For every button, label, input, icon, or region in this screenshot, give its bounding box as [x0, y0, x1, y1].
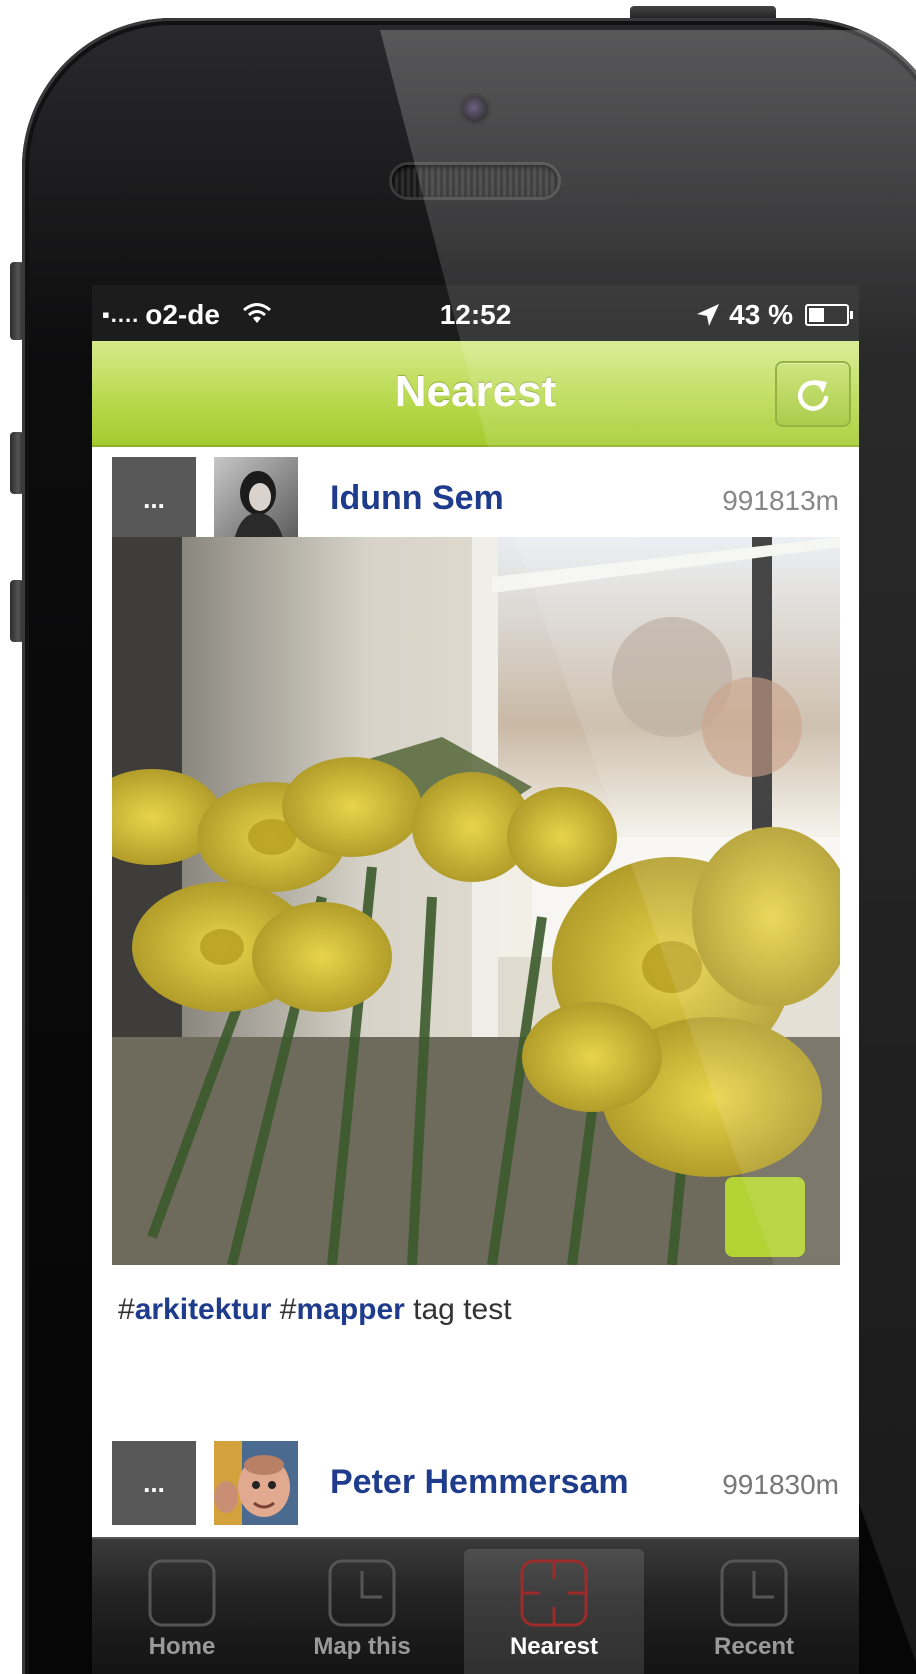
refresh-button[interactable]	[775, 361, 851, 427]
post-more-button[interactable]: ...	[112, 1441, 196, 1525]
status-bar: ▪.... o2-de 12:52 43 %	[92, 285, 859, 341]
post-distance: 991830m	[722, 1469, 839, 1500]
tab-label: Home	[148, 1633, 216, 1660]
location-arrow-icon	[697, 304, 720, 326]
post-distance: 991813m	[722, 485, 839, 516]
tab-label: Nearest	[509, 1633, 599, 1660]
post-username[interactable]: Peter Hemmersam	[330, 1463, 629, 1502]
battery-icon	[805, 304, 853, 326]
daffodils-photo	[112, 537, 840, 1265]
tab-nearest[interactable]: Nearest	[464, 1549, 644, 1674]
tab-bar: Home Map this Nearest Recent	[92, 1537, 859, 1674]
screenshot-stage: ▪.... o2-de 12:52 43 % Nearest ... Idunn…	[0, 0, 916, 1674]
hashtag-symbol: #	[271, 1293, 297, 1326]
clock-icon	[328, 1559, 396, 1627]
post-header: ... Idunn Sem 991813m	[92, 457, 859, 541]
tab-recent[interactable]: Recent	[664, 1549, 844, 1674]
post-photo[interactable]	[112, 537, 840, 1265]
tab-label: Map this	[313, 1633, 411, 1660]
hashtag-symbol: #	[118, 1293, 135, 1326]
post-username[interactable]: Idunn Sem	[330, 479, 504, 518]
battery-level-fill	[809, 308, 824, 322]
target-icon	[520, 1559, 588, 1627]
caption-text: tag test	[404, 1293, 512, 1326]
avatar[interactable]	[214, 1441, 298, 1525]
home-icon	[148, 1559, 216, 1627]
navigation-bar: Nearest	[92, 341, 859, 447]
earpiece-speaker	[392, 165, 558, 197]
front-camera	[462, 96, 488, 122]
map-location-badge[interactable]	[725, 1177, 805, 1257]
hashtag-link[interactable]: mapper	[296, 1293, 404, 1326]
avatar[interactable]	[214, 457, 298, 541]
tab-home[interactable]: Home	[92, 1549, 272, 1674]
tab-map-this[interactable]: Map this	[272, 1549, 452, 1674]
tab-label: Recent	[713, 1633, 795, 1660]
hashtag-link[interactable]: arkitektur	[135, 1293, 272, 1326]
post-more-button[interactable]: ...	[112, 457, 196, 541]
battery-percentage: 43 %	[729, 299, 793, 330]
phone-screen: ▪.... o2-de 12:52 43 % Nearest ... Idunn…	[92, 285, 859, 1674]
page-title: Nearest	[394, 367, 557, 416]
status-right-group: 43 %	[695, 299, 853, 331]
feed-list: ... Idunn Sem 991813m #arkitektur #mappe…	[92, 447, 859, 1547]
post-caption: #arkitektur #mapper tag test	[118, 1293, 512, 1327]
post-header: ... Peter Hemmersam 991830m	[92, 1441, 859, 1525]
refresh-icon	[797, 380, 829, 411]
clock-icon	[720, 1559, 788, 1627]
